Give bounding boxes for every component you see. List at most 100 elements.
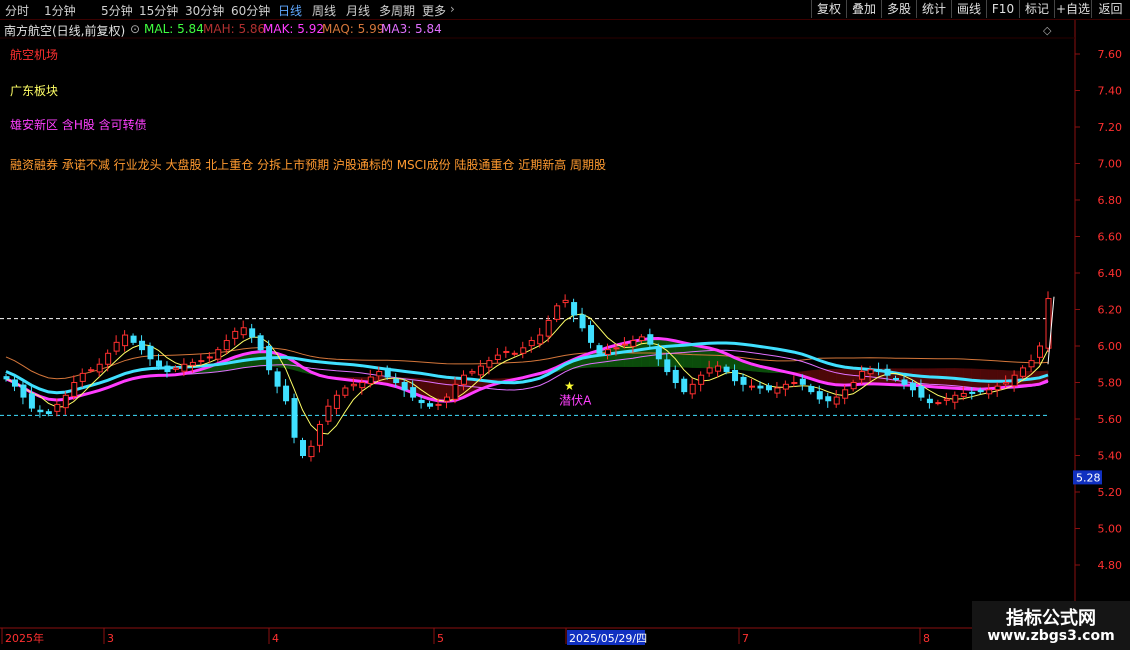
candle-body xyxy=(164,365,171,373)
candle-body xyxy=(850,382,857,390)
candle-body xyxy=(367,376,374,385)
ma-k-value: MAK: 5.92 xyxy=(263,22,325,36)
y-tick-label: 7.40 xyxy=(1098,85,1123,98)
candle-body xyxy=(816,391,823,400)
y-tick-label: 5.80 xyxy=(1098,377,1123,390)
y-tick-label: 6.60 xyxy=(1098,231,1123,244)
candle-body xyxy=(198,360,205,363)
candle-body xyxy=(791,382,798,384)
ma-band-segment xyxy=(996,369,1006,389)
candle-body xyxy=(96,363,103,373)
candle-body xyxy=(782,383,789,390)
candle-body xyxy=(647,334,654,345)
candle-body xyxy=(681,378,688,393)
candle-body xyxy=(257,335,264,351)
candle-body xyxy=(511,352,518,355)
y-tick-label: 6.80 xyxy=(1098,194,1123,207)
candle-body xyxy=(613,347,620,350)
ma-h-value: MAH: 5.86 xyxy=(203,22,266,36)
candle-body xyxy=(494,354,501,361)
candle-body xyxy=(139,340,146,351)
candle-body xyxy=(571,302,578,316)
candle-body xyxy=(765,385,772,391)
y-tick-label: 5.00 xyxy=(1098,523,1123,536)
x-tick-label: 2025年 xyxy=(5,631,44,645)
candle-body xyxy=(909,382,916,391)
candle-body xyxy=(757,385,764,389)
candle-body xyxy=(638,336,645,342)
candle-body xyxy=(943,398,950,401)
signal-star-icon: ★ xyxy=(564,379,575,393)
candle-body xyxy=(79,372,86,382)
candle-body xyxy=(833,396,840,405)
candle-body xyxy=(604,349,611,355)
candle-body xyxy=(88,369,95,372)
kline-chart[interactable]: 7.60 7.40 7.20 7.00 6.80 6.60 6.40 6.20 6.00 5.80… xyxy=(0,0,1130,650)
candle-body xyxy=(799,378,806,385)
ma-l-value: MAL: 5.84 xyxy=(144,22,204,36)
candle-body xyxy=(935,402,942,405)
candle-body xyxy=(393,378,400,383)
candle-body xyxy=(71,382,78,397)
candle-body xyxy=(172,367,179,370)
concept-tags[interactable]: 雄安新区 含H股 含可转债 xyxy=(10,116,147,133)
candle-body xyxy=(1020,367,1027,377)
candle-body xyxy=(384,367,391,378)
candle-body xyxy=(333,394,340,409)
candle-body xyxy=(300,440,307,457)
candle-body xyxy=(452,383,459,400)
candle-body xyxy=(274,371,281,387)
settings-circle-icon[interactable]: ⊙ xyxy=(130,22,140,36)
candle-body xyxy=(11,379,18,387)
candle-body xyxy=(884,368,891,376)
candle-body xyxy=(621,343,628,346)
x-tick-label: 7 xyxy=(742,632,749,645)
x-tick-label: 5 xyxy=(437,632,444,645)
candle-body xyxy=(20,384,27,398)
y-tick-label: 6.40 xyxy=(1098,267,1123,280)
candle-body xyxy=(952,394,959,403)
y-tick-label: 7.20 xyxy=(1098,121,1123,134)
x-tick-label: 4 xyxy=(272,632,279,645)
candle-body xyxy=(960,392,967,397)
candle-body xyxy=(926,398,933,404)
candle-body xyxy=(460,374,467,385)
ma-band-segment xyxy=(979,368,989,390)
candle-body xyxy=(62,394,69,409)
candle-body xyxy=(918,386,925,398)
candle-body xyxy=(808,386,815,393)
industry-tag[interactable]: 航空机场 xyxy=(10,46,58,63)
candle-body xyxy=(655,346,662,360)
y-tick-label: 5.40 xyxy=(1098,450,1123,463)
candle-body xyxy=(893,377,900,380)
ma-band-segment xyxy=(691,344,701,369)
candle-body xyxy=(740,376,747,385)
candle-body xyxy=(418,399,425,404)
indicator-info-bar: 南方航空(日线,前复权) ⊙ MAL: 5.84 MAH: 5.86 MAK: … xyxy=(0,20,1070,38)
candle-body xyxy=(376,371,383,377)
candle-body xyxy=(596,345,603,354)
candle-body xyxy=(689,383,696,395)
candle-body xyxy=(977,389,984,393)
candle-body xyxy=(155,360,162,367)
style-tags[interactable]: 融资融券 承诺不减 行业龙头 大盘股 北上重仓 分拆上市预期 沪股通标的 MSC… xyxy=(10,156,606,173)
candle-body xyxy=(1037,345,1044,358)
region-tag[interactable]: 广东板块 xyxy=(10,82,58,99)
candle-body xyxy=(122,334,129,347)
candle-body xyxy=(435,403,442,406)
candle-body xyxy=(427,403,434,407)
signal-label: 潜伏A xyxy=(559,393,592,407)
candle-body xyxy=(748,385,755,388)
candle-body xyxy=(249,328,256,338)
y-tick-label: 7.60 xyxy=(1098,48,1123,61)
ma-band-segment xyxy=(835,368,845,386)
candle-body xyxy=(189,361,196,366)
candle-body xyxy=(444,396,451,402)
candle-body xyxy=(876,369,883,373)
candle-body xyxy=(706,367,713,374)
candle-body xyxy=(503,350,510,353)
candle-body xyxy=(232,330,239,339)
candle-body xyxy=(283,385,290,402)
candle-body xyxy=(147,345,154,360)
stock-title: 南方航空(日线,前复权) xyxy=(4,24,126,38)
